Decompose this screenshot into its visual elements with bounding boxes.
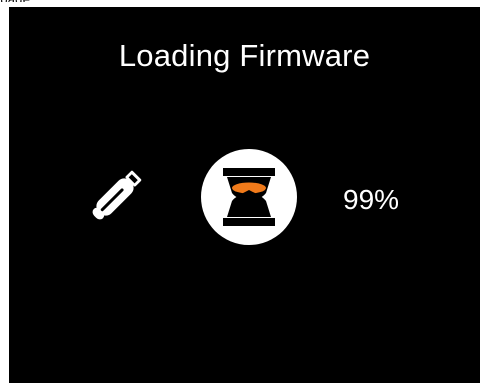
usb-drive-icon (92, 170, 142, 220)
display-frame: page Loading Firmware 99% (0, 0, 485, 383)
progress-percent: 99% (343, 184, 400, 215)
device-screen: Loading Firmware 99% (9, 7, 480, 383)
hourglass-icon (201, 149, 297, 245)
cropped-top-text: page (0, 0, 60, 2)
loading-title: Loading Firmware (118, 38, 371, 73)
